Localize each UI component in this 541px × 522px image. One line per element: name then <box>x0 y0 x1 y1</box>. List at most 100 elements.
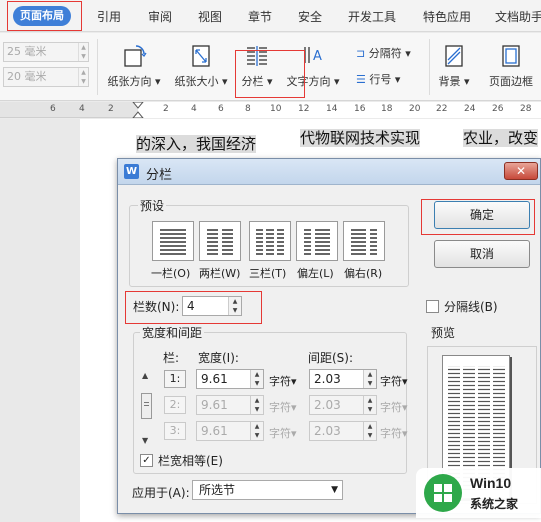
width-input: 9.61 ▲ ▼ <box>196 421 264 441</box>
orientation-button[interactable]: 纸张方向 ▾ <box>103 43 165 89</box>
preset-two-columns[interactable] <box>199 221 241 261</box>
apply-to-select[interactable]: 所选节 ▼ <box>192 480 343 500</box>
preset-left[interactable] <box>296 221 338 261</box>
columns-button[interactable]: 分栏 ▾ <box>238 43 276 89</box>
page-orientation-icon <box>124 45 147 67</box>
unit-dropdown: 字符▾ <box>380 401 408 414</box>
ruler-number: 8 <box>245 104 251 114</box>
tab-chapter[interactable]: 章节 <box>248 7 272 27</box>
preset-one-column[interactable] <box>152 221 194 261</box>
ruler-text-area <box>138 102 541 118</box>
two-columns-icon <box>207 229 233 255</box>
tab-security[interactable]: 安全 <box>298 7 322 27</box>
dialog-title-bar[interactable]: W 分栏 ✕ <box>118 159 540 185</box>
background-button[interactable]: 背景 ▾ <box>434 43 474 89</box>
tab-review[interactable]: 审阅 <box>148 7 172 27</box>
svg-text:A: A <box>313 49 322 64</box>
ruler-number: 24 <box>464 104 476 114</box>
ruler-number: 28 <box>520 104 532 114</box>
width-input: 9.61 ▲ ▼ <box>196 395 264 415</box>
ruler-number: 20 <box>409 104 421 114</box>
win10-logo-icon <box>424 474 462 512</box>
paper-size-button[interactable]: 纸张大小 ▾ <box>170 43 232 89</box>
unit-dropdown[interactable]: 字符▾ <box>380 373 408 389</box>
tab-doc-assistant[interactable]: 文档助手 <box>495 7 541 27</box>
unit-dropdown: 字符▾ <box>269 427 297 440</box>
wps-logo-icon: W <box>124 164 139 179</box>
text-direction-button[interactable]: A 文字方向 ▾ <box>284 43 342 89</box>
width-header: 宽度(I): <box>198 351 239 365</box>
column-header: 栏: <box>163 351 180 365</box>
ruler-number: 4 <box>79 104 85 114</box>
margin-top-field[interactable]: 25 毫米 ▲ ▼ <box>3 42 89 62</box>
text-direction-icon: A <box>304 47 322 64</box>
preset-label: 三栏(T) <box>249 267 287 280</box>
tab-references[interactable]: 引用 <box>97 7 121 27</box>
doc-line: 代物联网技术实现 <box>300 129 421 147</box>
spin-arrows-icon[interactable]: ▲ ▼ <box>78 68 88 86</box>
cancel-button[interactable]: 取消 <box>434 240 530 268</box>
spin-arrows-icon[interactable]: ▲ ▼ <box>78 43 88 61</box>
close-icon[interactable]: ✕ <box>504 162 538 180</box>
spacing-input: 2.03 ▲ ▼ <box>309 395 377 415</box>
tab-page-layout[interactable]: 页面布局 <box>13 6 71 26</box>
preset-label: 两栏(W) <box>199 267 241 280</box>
watermark-badge: Win10 系统之家 <box>416 468 541 518</box>
ribbon-divider <box>429 39 430 95</box>
unit-dropdown[interactable]: 字符▾ <box>269 373 297 389</box>
columns-icon <box>247 46 267 66</box>
dialog-title: 分栏 <box>146 168 173 183</box>
width-input[interactable]: 9.61 ▲ ▼ <box>196 369 264 389</box>
paper-size-icon <box>192 45 210 67</box>
spin-arrows-icon: ▲ ▼ <box>250 396 263 414</box>
tab-special-apps[interactable]: 特色应用 <box>423 7 471 27</box>
chevron-down-icon: ▼ <box>331 485 338 495</box>
ruler-number: 12 <box>298 104 310 114</box>
column-number: 2: <box>164 396 186 414</box>
ok-button[interactable]: 确定 <box>434 201 530 229</box>
line-number-icon: ☰ <box>356 73 366 86</box>
ruler-number: 6 <box>218 104 224 114</box>
column-number: 1: <box>164 370 186 388</box>
ribbon-divider <box>97 39 98 95</box>
spin-arrows-icon[interactable]: ▲ ▼ <box>363 370 376 388</box>
num-columns-label: 栏数(N): <box>133 300 180 314</box>
spin-arrows-icon: ▲ ▼ <box>363 422 376 440</box>
scroll-up-icon[interactable]: ▲ <box>142 371 148 380</box>
spin-arrows-icon: ▲ ▼ <box>363 396 376 414</box>
scroll-thumb[interactable] <box>141 393 152 419</box>
spin-arrows-icon[interactable]: ▲ ▼ <box>250 370 263 388</box>
left-column-icon <box>304 229 330 255</box>
ribbon-panel: 25 毫米 ▲ ▼ 20 毫米 ▲ ▼ 纸张方向 ▾ 纸张大小 ▾ 分栏 ▾ A 文… <box>0 33 541 101</box>
equal-width-checkbox[interactable]: ✓ <box>140 454 153 467</box>
one-column-icon <box>160 229 186 255</box>
tab-view[interactable]: 视图 <box>198 7 222 27</box>
horizontal-ruler[interactable]: 6 4 2 2 4 6 8 10 12 14 16 18 20 22 24 26… <box>0 102 541 118</box>
ruler-number: 18 <box>381 104 393 114</box>
indent-marker-icon[interactable] <box>132 102 144 118</box>
unit-dropdown: 字符▾ <box>380 427 408 440</box>
spacing-input[interactable]: 2.03 ▲ ▼ <box>309 369 377 389</box>
ruler-number: 10 <box>270 104 282 114</box>
separator-button[interactable]: ⊐ 分隔符 ▾ <box>356 45 411 61</box>
spacing-header: 间距(S): <box>308 351 354 365</box>
page-border-icon <box>502 45 520 67</box>
spin-arrows-icon[interactable]: ▲ ▼ <box>228 297 241 315</box>
preset-right[interactable] <box>343 221 385 261</box>
watermark-title: Win10 <box>470 475 512 491</box>
margin-bottom-field[interactable]: 20 毫米 ▲ ▼ <box>3 67 89 87</box>
ruler-number: 2 <box>163 104 169 114</box>
preset-label: 一栏(O) <box>151 267 191 280</box>
ruler-number: 2 <box>108 104 114 114</box>
tab-developer-tools[interactable]: 开发工具 <box>348 7 396 27</box>
preset-three-columns[interactable] <box>249 221 291 261</box>
line-number-button[interactable]: ☰ 行号 ▾ <box>356 71 400 87</box>
scroll-down-icon[interactable]: ▼ <box>142 436 148 445</box>
num-columns-input[interactable]: 4 ▲ ▼ <box>182 296 242 316</box>
background-icon <box>445 45 463 67</box>
page-border-button[interactable]: 页面边框 <box>481 43 541 89</box>
separator-checkbox[interactable] <box>426 300 439 313</box>
preview-label: 预览 <box>431 326 456 340</box>
spin-arrows-icon: ▲ ▼ <box>250 422 263 440</box>
column-list-scrollbar[interactable]: ▲ ▼ <box>140 371 154 445</box>
